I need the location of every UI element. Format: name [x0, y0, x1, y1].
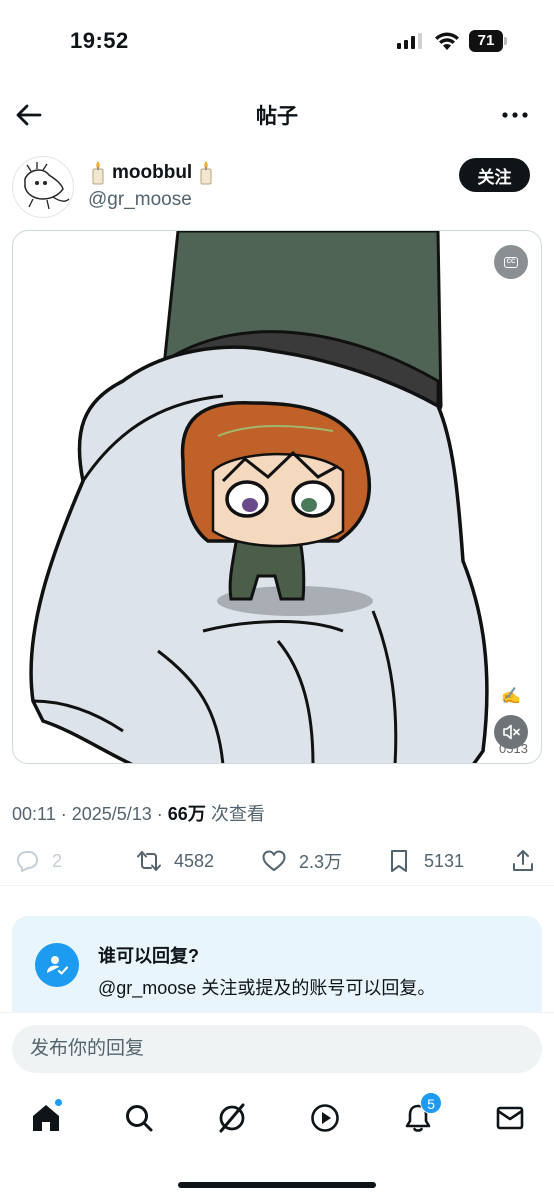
candle-icon	[92, 161, 104, 185]
display-name: moobbul	[112, 162, 193, 183]
home-unread-dot	[54, 1098, 63, 1107]
actions-row: 2 4582 2.3万 5131	[0, 836, 554, 886]
post-meta: 00:11 · 2025/5/13 · 66万 次查看	[12, 800, 265, 826]
reply-restriction-title: 谁可以回复?	[98, 946, 199, 966]
candle-icon	[200, 161, 212, 185]
signal-icon	[397, 33, 422, 49]
reply-button[interactable]: 2	[14, 846, 62, 876]
search-icon	[126, 1105, 153, 1132]
post-illustration: ✍ 0513	[29, 231, 528, 763]
share-icon	[513, 850, 533, 871]
tab-search[interactable]	[119, 1098, 159, 1138]
wifi-icon	[435, 32, 459, 50]
avatar-doodle	[24, 162, 70, 210]
reply-composer	[0, 1012, 554, 1084]
bottom-tab-bar: 5	[0, 1084, 554, 1200]
tab-messages[interactable]	[490, 1098, 530, 1138]
follow-button[interactable]: 关注	[459, 158, 530, 192]
author-handle[interactable]: @gr_moose	[88, 189, 192, 211]
tab-grok[interactable]	[212, 1098, 252, 1138]
tab-notifications[interactable]: 5	[398, 1092, 442, 1138]
meta-separator: ·	[55, 804, 72, 824]
like-count: 2.3万	[299, 852, 343, 872]
share-button[interactable]	[510, 846, 536, 876]
mail-icon	[496, 1106, 524, 1130]
battery-level: 71	[477, 32, 495, 49]
cc-icon: CC	[504, 256, 518, 268]
bookmark-button[interactable]: 5131	[386, 846, 464, 876]
mute-icon	[503, 724, 520, 740]
author-row: moobbul @gr_moose 关注	[0, 152, 554, 222]
top-nav: 帖子	[0, 90, 554, 140]
display-name-row[interactable]: moobbul	[88, 160, 216, 186]
captions-button[interactable]: CC	[494, 245, 528, 279]
notifications-badge: 5	[420, 1092, 442, 1114]
page-title: 帖子	[256, 105, 298, 128]
like-button[interactable]: 2.3万	[261, 846, 342, 876]
post-time: 00:11	[12, 804, 56, 824]
repost-icon	[137, 851, 161, 871]
views-label: 次查看	[205, 804, 265, 824]
bookmark-icon	[391, 850, 407, 872]
reply-count: 2	[52, 850, 63, 871]
meta-separator: ·	[151, 804, 168, 824]
reply-restriction-description: @gr_moose 关注或提及的账号可以回复。	[98, 978, 436, 998]
post-date: 2025/5/13	[71, 804, 152, 824]
views-count[interactable]: 66万	[168, 804, 206, 824]
repost-count: 4582	[174, 850, 215, 871]
repost-button[interactable]: 4582	[136, 846, 214, 876]
more-button[interactable]	[498, 98, 532, 132]
status-bar: 19:52 71	[0, 0, 554, 80]
status-time: 19:52	[70, 28, 129, 53]
bookmark-count: 5131	[424, 850, 465, 871]
more-icon	[502, 112, 528, 118]
tab-video[interactable]	[305, 1098, 345, 1138]
grok-icon	[219, 1103, 245, 1133]
reply-restriction-card: 谁可以回复? @gr_moose 关注或提及的账号可以回复。	[12, 916, 542, 1026]
like-icon	[262, 850, 286, 871]
post-video[interactable]: ✍ 0513 CC	[12, 230, 542, 764]
tab-home[interactable]	[26, 1098, 66, 1138]
mute-button[interactable]	[494, 715, 528, 749]
svg-text:✍: ✍	[501, 687, 521, 705]
reply-input[interactable]	[12, 1025, 542, 1073]
home-indicator	[178, 1182, 376, 1188]
person-check-icon	[47, 956, 69, 975]
avatar[interactable]	[12, 156, 74, 218]
reply-icon	[17, 851, 38, 872]
video-icon	[311, 1104, 339, 1132]
battery-indicator: 71	[469, 30, 507, 52]
reply-restriction-icon-wrap	[35, 943, 79, 987]
